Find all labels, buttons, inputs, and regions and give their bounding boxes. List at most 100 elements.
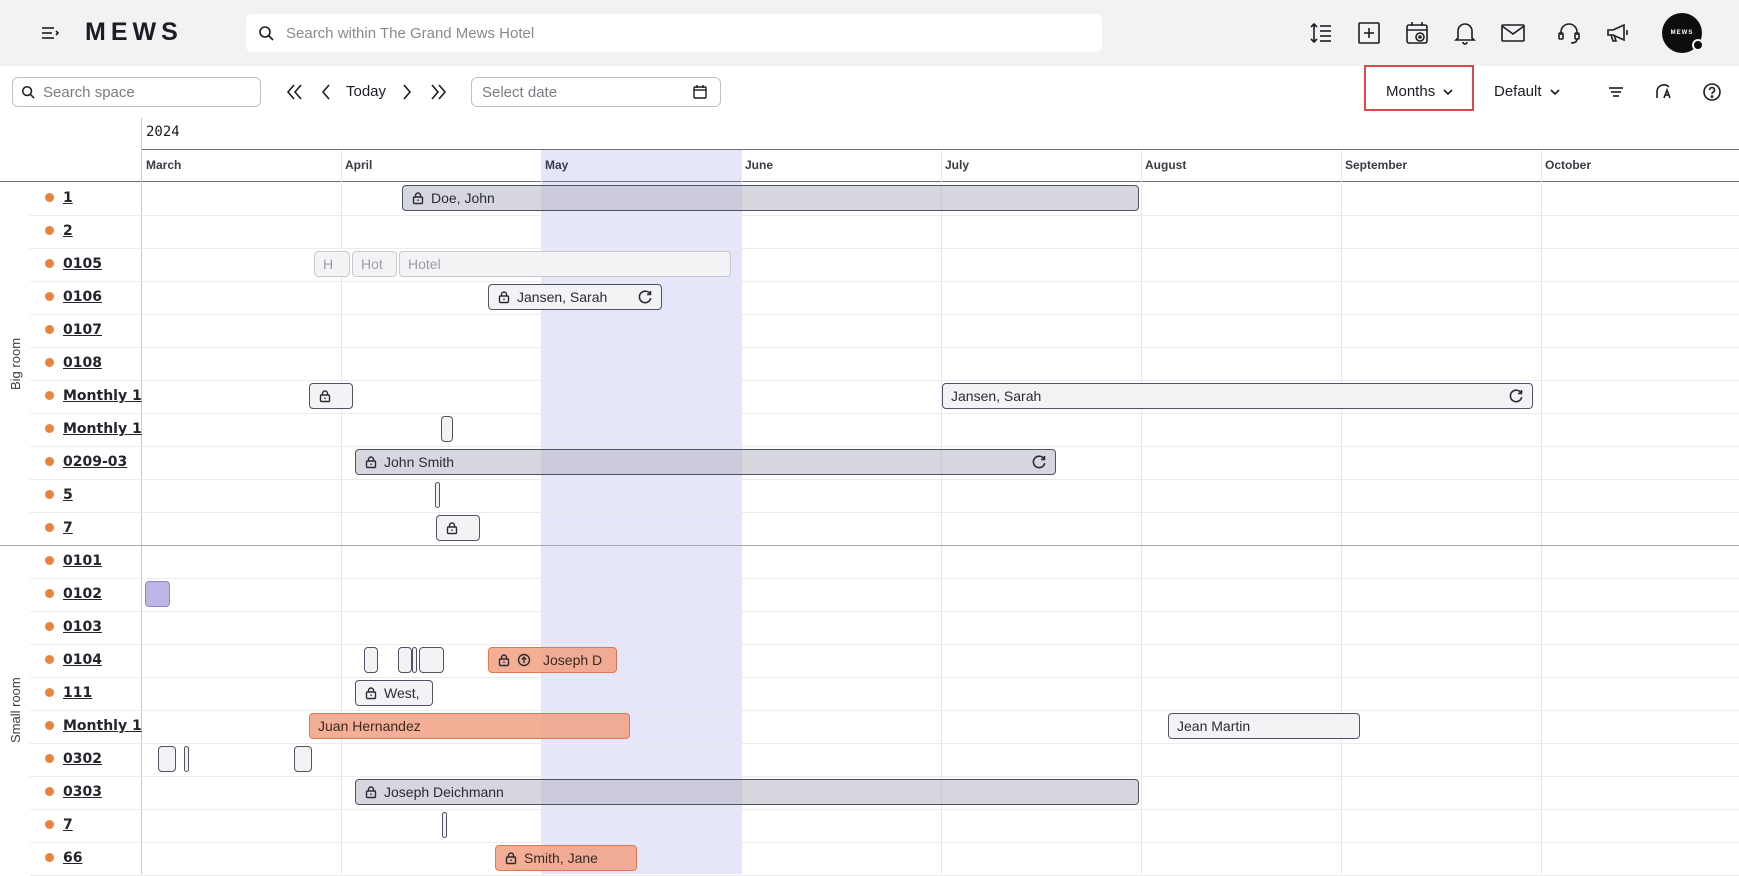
today-button[interactable]: Today	[346, 83, 386, 100]
date-input[interactable]	[480, 82, 692, 102]
mail-icon[interactable]	[1500, 20, 1526, 46]
row-divider	[30, 347, 1739, 348]
reservation-bar[interactable]: Jansen, Sarah	[942, 383, 1533, 409]
reservation-bar[interactable]: Hotel	[399, 251, 731, 277]
timeline-toolbar: Today Months Default	[0, 66, 1739, 118]
room-link[interactable]: 7	[63, 520, 73, 536]
view-mode-highlight	[1364, 65, 1474, 111]
double-chevron-left-icon[interactable]	[283, 81, 305, 103]
filter-icon[interactable]	[1605, 81, 1627, 103]
calendar-icon[interactable]	[692, 84, 708, 100]
reservation-bar[interactable]: Jean Martin	[1168, 713, 1360, 739]
row-divider	[30, 380, 1739, 381]
reservation-bar[interactable]: Joseph Deichmann	[355, 779, 1139, 805]
reservation-bar[interactable]: West,	[355, 680, 433, 706]
room-link[interactable]: 0103	[63, 619, 102, 635]
reservation-bar[interactable]	[158, 746, 176, 772]
room-link[interactable]: 0209-03	[63, 454, 127, 470]
space-search[interactable]	[12, 77, 261, 107]
reservation-bar[interactable]	[412, 647, 417, 673]
bell-icon[interactable]	[1452, 20, 1478, 46]
row-divider	[30, 842, 1739, 843]
room-link[interactable]: 0302	[63, 751, 102, 767]
room-link[interactable]: Monthly 1	[63, 421, 142, 437]
room-link[interactable]: 1	[63, 190, 73, 206]
global-search[interactable]	[246, 14, 1102, 52]
search-icon	[21, 85, 35, 99]
lock-icon	[365, 687, 377, 700]
reservation-bar[interactable]	[435, 482, 440, 508]
row-divider	[30, 611, 1739, 612]
room-status-dot	[45, 589, 54, 598]
room-link[interactable]: 0104	[63, 652, 102, 668]
reservation-bar[interactable]	[442, 812, 447, 838]
room-link[interactable]: 0105	[63, 256, 102, 272]
room-status-dot	[45, 556, 54, 565]
room-link[interactable]: 5	[63, 487, 73, 503]
reservation-bar[interactable]	[294, 746, 312, 772]
reservation-bar[interactable]: Hot	[352, 251, 397, 277]
reservation-bar[interactable]	[441, 416, 453, 442]
reservation-guest-name: Joseph Deichmann	[384, 784, 504, 800]
global-search-input[interactable]	[284, 23, 1068, 43]
reservation-bar[interactable]: John Smith	[355, 449, 1056, 475]
calendar-view-icon[interactable]	[1404, 20, 1430, 46]
month-gridline	[1541, 181, 1542, 874]
room-link[interactable]: 0303	[63, 784, 102, 800]
reservation-bar[interactable]	[145, 581, 170, 607]
reservation-bar[interactable]	[364, 647, 378, 673]
room-link[interactable]: Monthly 1	[63, 718, 142, 734]
room-link[interactable]: 111	[63, 685, 92, 701]
space-timeline: 2024 March April May June July August Septembe…	[0, 118, 1739, 876]
color-legend-icon[interactable]	[1653, 81, 1675, 103]
reservation-bar[interactable]	[184, 746, 189, 772]
month-label-july: July	[945, 158, 970, 172]
lock-icon	[498, 291, 510, 304]
mews-logo[interactable]: MEWS	[85, 18, 183, 47]
room-link[interactable]: 0106	[63, 289, 102, 305]
room-status-dot	[45, 721, 54, 730]
room-link[interactable]: 66	[63, 850, 82, 866]
reservation-bar[interactable]	[398, 647, 412, 673]
add-icon[interactable]	[1356, 20, 1382, 46]
month-gridline	[341, 150, 342, 181]
row-divider	[30, 413, 1739, 414]
room-link[interactable]: Monthly 1	[63, 388, 142, 404]
month-gridline	[541, 150, 542, 181]
support-icon[interactable]	[1556, 20, 1582, 46]
help-icon[interactable]	[1701, 81, 1723, 103]
chevron-left-icon[interactable]	[315, 81, 337, 103]
double-chevron-right-icon[interactable]	[428, 81, 450, 103]
row-divider	[30, 446, 1739, 447]
reservation-bar[interactable]: Juan Hernandez	[309, 713, 630, 739]
room-status-dot	[45, 292, 54, 301]
megaphone-icon[interactable]	[1604, 20, 1630, 46]
sort-height-icon[interactable]	[1308, 20, 1334, 46]
menu-collapse-icon[interactable]	[38, 21, 62, 45]
reservation-bar[interactable]	[419, 647, 444, 673]
room-link[interactable]: 0102	[63, 586, 102, 602]
room-link[interactable]: 0107	[63, 322, 102, 338]
row-divider	[30, 314, 1739, 315]
reservation-bar[interactable]: Doe, John	[402, 185, 1139, 211]
date-picker[interactable]	[471, 77, 721, 107]
view-preset-dropdown[interactable]: Default	[1494, 83, 1562, 100]
reservation-guest-name: Juan Hernandez	[318, 718, 421, 734]
reservation-bar[interactable]: Smith, Jane	[495, 845, 637, 871]
room-link[interactable]: 0101	[63, 553, 102, 569]
room-link[interactable]: 7	[63, 817, 73, 833]
month-gridline	[941, 150, 942, 181]
reservation-bar[interactable]: H	[314, 251, 350, 277]
room-link[interactable]: 2	[63, 223, 73, 239]
reservation-guest-name: John Smith	[384, 454, 455, 470]
reservation-bar[interactable]: Joseph D	[488, 647, 617, 673]
room-status-dot	[45, 688, 54, 697]
reservation-bar[interactable]	[309, 383, 353, 409]
space-search-input[interactable]	[41, 82, 255, 102]
reservation-bar[interactable]: Jansen, Sarah	[488, 284, 662, 310]
room-link[interactable]: 0108	[63, 355, 102, 371]
lock-icon	[365, 456, 377, 469]
chevron-down-icon	[1549, 88, 1560, 95]
chevron-right-icon[interactable]	[396, 81, 418, 103]
reservation-bar[interactable]	[436, 515, 480, 541]
